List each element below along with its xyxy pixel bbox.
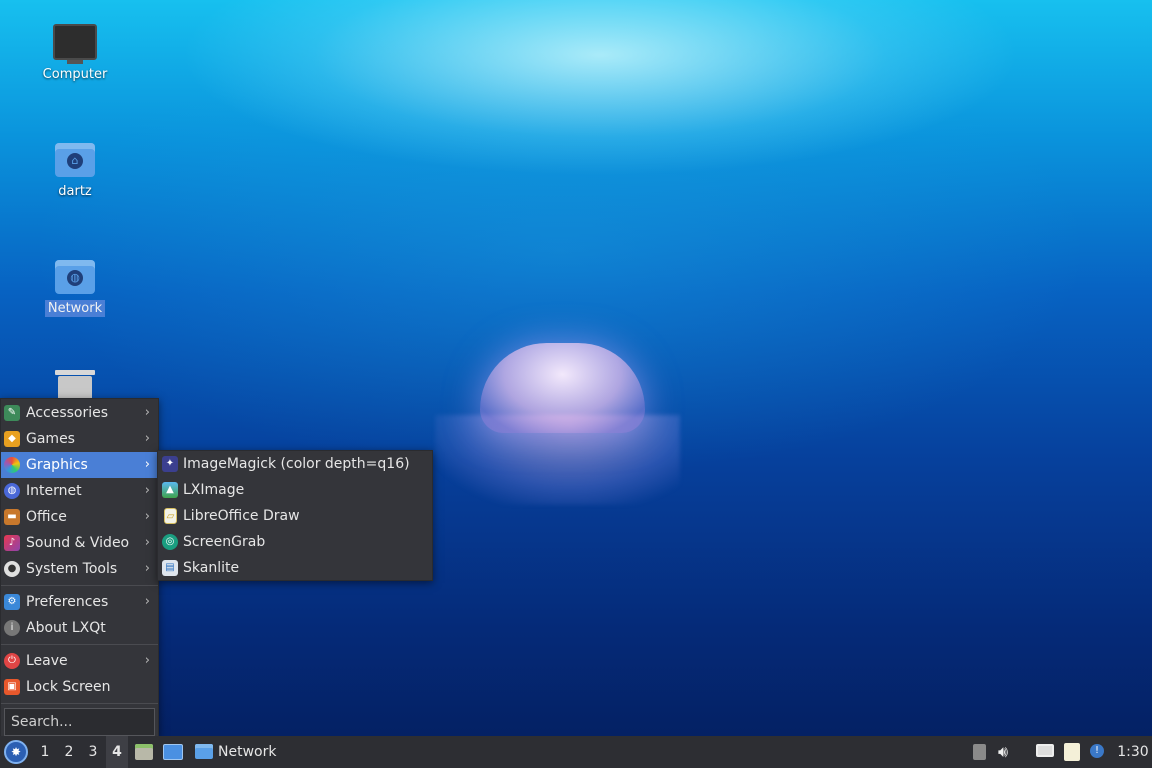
workspace-3[interactable]: 3 bbox=[82, 736, 104, 768]
desktop-icon-network[interactable]: ◍ Network bbox=[20, 260, 130, 317]
show-desktop-button[interactable] bbox=[162, 736, 184, 768]
start-menu-button[interactable]: ✸ bbox=[4, 740, 28, 764]
menu-item-system-tools[interactable]: ● System Tools › bbox=[1, 556, 158, 582]
submenu-item-label: ScreenGrab bbox=[183, 534, 266, 550]
workspace-4[interactable]: 4 bbox=[106, 736, 128, 768]
screengrab-icon: ◎ bbox=[162, 534, 178, 550]
wallpaper-jellyfish bbox=[420, 335, 700, 505]
chevron-right-icon: › bbox=[144, 405, 150, 420]
workspace-2[interactable]: 2 bbox=[58, 736, 80, 768]
menu-item-preferences[interactable]: ⚙ Preferences › bbox=[1, 589, 158, 615]
office-icon: ▬ bbox=[4, 509, 20, 525]
menu-item-label: Games bbox=[26, 431, 75, 447]
menu-item-sound-video[interactable]: ♪ Sound & Video › bbox=[1, 530, 158, 556]
desktop-icon bbox=[163, 744, 183, 760]
menu-item-about[interactable]: i About LXQt bbox=[1, 615, 158, 641]
internet-icon: ◍ bbox=[4, 483, 20, 499]
menu-item-label: Leave bbox=[26, 653, 68, 669]
menu-separator bbox=[1, 644, 158, 645]
chevron-right-icon: › bbox=[144, 594, 150, 609]
menu-item-office[interactable]: ▬ Office › bbox=[1, 504, 158, 530]
menu-item-label: Preferences bbox=[26, 594, 109, 610]
clock[interactable]: 1:30 bbox=[1116, 736, 1150, 768]
graphics-submenu: ✦ ImageMagick (color depth=q16) ▲ LXImag… bbox=[157, 450, 433, 581]
volume-control[interactable]: 🔊︎ bbox=[998, 736, 1020, 768]
menu-item-games[interactable]: ◆ Games › bbox=[1, 426, 158, 452]
chevron-right-icon: › bbox=[144, 535, 150, 550]
desktop-icon-label: Computer bbox=[42, 67, 108, 82]
workspace-1[interactable]: 1 bbox=[34, 736, 56, 768]
search-placeholder: Search... bbox=[11, 714, 73, 730]
taskbar: ✸ 1 2 3 4 Network 🔊︎ ! 1:30 bbox=[0, 736, 1152, 768]
eject-icon bbox=[973, 744, 986, 760]
menu-item-graphics[interactable]: Graphics › bbox=[1, 452, 158, 478]
menu-item-accessories[interactable]: ✎ Accessories › bbox=[1, 400, 158, 426]
menu-item-label: About LXQt bbox=[26, 620, 106, 636]
alert-icon: ! bbox=[1090, 744, 1104, 758]
task-button-network[interactable]: Network bbox=[192, 736, 342, 768]
games-icon: ◆ bbox=[4, 431, 20, 447]
file-manager-launcher[interactable] bbox=[134, 736, 154, 768]
chevron-right-icon: › bbox=[144, 653, 150, 668]
desktop-icon-computer[interactable]: Computer bbox=[20, 24, 130, 83]
accessories-icon: ✎ bbox=[4, 405, 20, 421]
info-icon: i bbox=[4, 620, 20, 636]
tray-removable-media[interactable] bbox=[970, 736, 990, 768]
menu-item-label: Office bbox=[26, 509, 67, 525]
menu-item-label: Lock Screen bbox=[26, 679, 111, 695]
file-manager-icon bbox=[135, 744, 153, 760]
chevron-right-icon: › bbox=[144, 509, 150, 524]
menu-item-lock-screen[interactable]: ▣ Lock Screen bbox=[1, 674, 158, 700]
power-icon: ⏻ bbox=[4, 653, 20, 669]
lock-icon: ▣ bbox=[4, 679, 20, 695]
network-folder-icon: ◍ bbox=[55, 260, 95, 294]
home-folder-icon: ⌂ bbox=[55, 143, 95, 177]
submenu-item-label: LXImage bbox=[183, 482, 245, 498]
menu-separator bbox=[1, 703, 158, 704]
jellyfish-bell bbox=[480, 343, 645, 433]
submenu-item-screengrab[interactable]: ◎ ScreenGrab bbox=[158, 529, 432, 555]
sound-video-icon: ♪ bbox=[4, 535, 20, 551]
submenu-item-lximage[interactable]: ▲ LXImage bbox=[158, 477, 432, 503]
tray-clipboard[interactable] bbox=[1062, 736, 1084, 768]
graphics-icon bbox=[4, 457, 20, 473]
submenu-item-skanlite[interactable]: ▤ Skanlite bbox=[158, 555, 432, 581]
menu-item-internet[interactable]: ◍ Internet › bbox=[1, 478, 158, 504]
desktop-icon-home[interactable]: ⌂ dartz bbox=[20, 143, 130, 200]
menu-item-label: Accessories bbox=[26, 405, 109, 421]
desktop-icon-label: Network bbox=[44, 300, 106, 317]
imagemagick-icon: ✦ bbox=[162, 456, 178, 472]
chevron-right-icon: › bbox=[144, 483, 150, 498]
submenu-item-libreoffice-draw[interactable]: ▱ LibreOffice Draw bbox=[158, 503, 432, 529]
skanlite-icon: ▤ bbox=[162, 560, 178, 576]
chevron-right-icon: › bbox=[144, 431, 150, 446]
clipboard-icon bbox=[1064, 743, 1080, 761]
desktop-icon-label: dartz bbox=[58, 184, 92, 199]
tray-network[interactable] bbox=[1034, 736, 1056, 768]
volume-icon: 🔊︎ bbox=[998, 742, 1009, 761]
submenu-item-label: Skanlite bbox=[183, 560, 240, 576]
libreoffice-draw-icon: ▱ bbox=[164, 508, 177, 524]
folder-icon bbox=[195, 744, 213, 759]
tray-notification[interactable]: ! bbox=[1089, 736, 1109, 768]
submenu-item-label: LibreOffice Draw bbox=[183, 508, 300, 524]
menu-separator bbox=[1, 585, 158, 586]
network-icon bbox=[1036, 744, 1054, 757]
submenu-item-label: ImageMagick (color depth=q16) bbox=[183, 456, 410, 472]
menu-item-label: Sound & Video bbox=[26, 535, 130, 551]
chevron-right-icon: › bbox=[144, 561, 150, 576]
menu-item-leave[interactable]: ⏻ Leave › bbox=[1, 648, 158, 674]
system-tools-icon: ● bbox=[4, 561, 20, 577]
menu-item-label: Graphics bbox=[26, 457, 88, 473]
lximage-icon: ▲ bbox=[162, 482, 178, 498]
menu-item-label: System Tools bbox=[26, 561, 118, 577]
submenu-item-imagemagick[interactable]: ✦ ImageMagick (color depth=q16) bbox=[158, 451, 432, 477]
application-menu: ✎ Accessories › ◆ Games › Graphics › ◍ I… bbox=[0, 398, 159, 738]
preferences-icon: ⚙ bbox=[4, 594, 20, 610]
computer-icon bbox=[53, 24, 97, 64]
task-button-label: Network bbox=[218, 744, 277, 760]
menu-item-label: Internet bbox=[26, 483, 82, 499]
menu-search-input[interactable]: Search... bbox=[4, 708, 155, 736]
chevron-right-icon: › bbox=[144, 457, 150, 472]
